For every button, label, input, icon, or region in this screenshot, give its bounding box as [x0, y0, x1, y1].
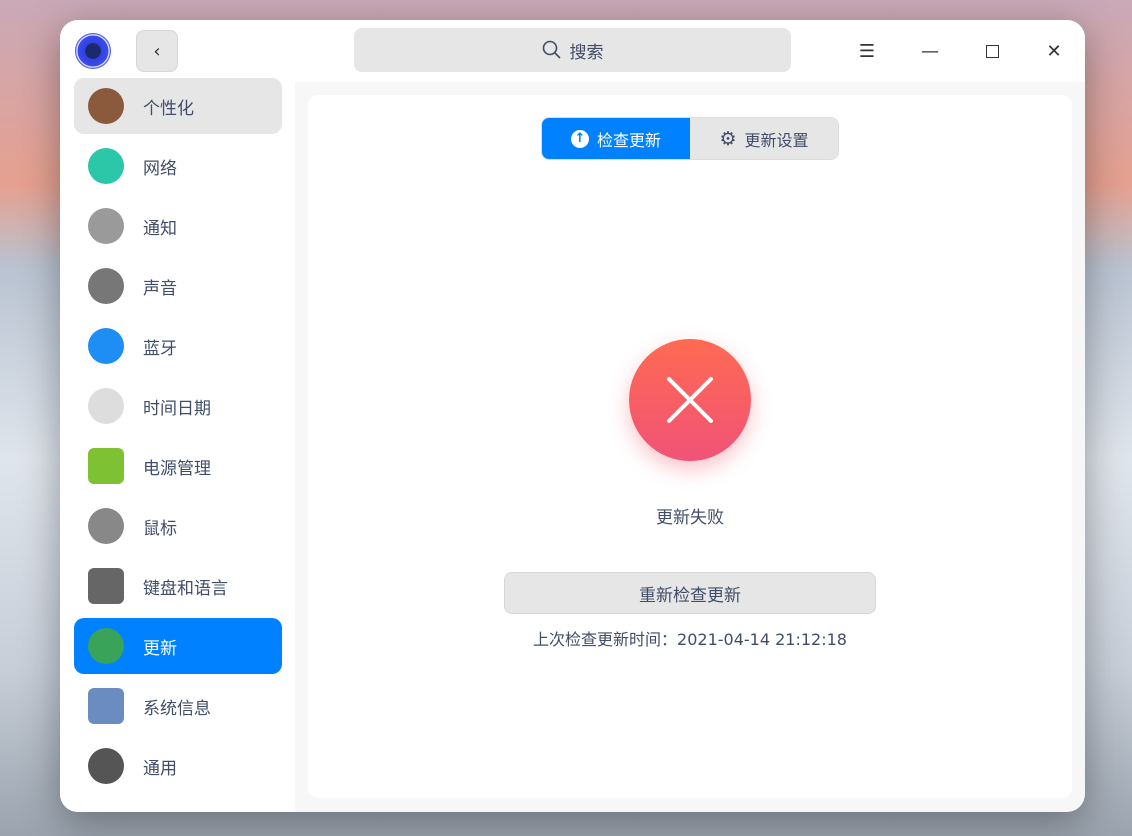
maximize-button[interactable]	[977, 36, 1007, 66]
sidebar-item[interactable]: 个性化	[74, 78, 282, 134]
settings-window: ‹ 搜索 ☰ — ✕ 个性化网络通知声音蓝牙时间日期电源管理鼠标键盘和语言更新系…	[60, 20, 1085, 812]
sidebar-item[interactable]: 更新	[74, 618, 282, 674]
maximize-icon	[985, 44, 999, 58]
close-button[interactable]: ✕	[1039, 36, 1069, 66]
keyboard-icon	[88, 568, 124, 604]
battery-icon	[88, 448, 124, 484]
general-gear-icon	[88, 748, 124, 784]
sidebar-item-label: 通用	[143, 758, 177, 779]
update-icon	[88, 628, 124, 664]
minimize-icon: —	[921, 40, 939, 62]
tab-check-update[interactable]: ↑ 检查更新	[542, 118, 690, 159]
personalization-icon	[88, 88, 124, 124]
status-text: 更新失败	[656, 508, 724, 528]
minimize-button[interactable]: —	[915, 36, 945, 66]
update-tabs: ↑ 检查更新 ⚙ 更新设置	[541, 117, 839, 160]
close-icon: ✕	[1046, 40, 1062, 62]
sidebar-item[interactable]: 通知	[74, 198, 282, 254]
chevron-left-icon: ‹	[153, 40, 161, 62]
menu-icon: ☰	[858, 40, 876, 62]
sidebar-item-label: 更新	[143, 638, 177, 659]
sidebar-item[interactable]: 网络	[74, 138, 282, 194]
search-placeholder: 搜索	[569, 42, 604, 63]
clock-icon	[88, 388, 124, 424]
system-info-icon	[88, 688, 124, 724]
tab-label: 检查更新	[596, 130, 661, 150]
sidebar-item-label: 系统信息	[143, 698, 211, 719]
sidebar-item-label: 蓝牙	[143, 338, 177, 359]
notification-bell-icon	[88, 208, 124, 244]
sidebar-item-label: 通知	[143, 218, 177, 239]
sidebar-item[interactable]: 蓝牙	[74, 318, 282, 374]
arrow-up-circle-icon: ↑	[570, 129, 589, 148]
retry-check-button[interactable]: 重新检查更新	[504, 572, 876, 614]
sound-speaker-icon	[88, 268, 124, 304]
tab-update-settings[interactable]: ⚙ 更新设置	[690, 118, 838, 159]
titlebar: ‹ 搜索 ☰ — ✕	[60, 20, 1085, 82]
gear-icon: ⚙	[719, 127, 737, 150]
search-icon	[542, 40, 561, 59]
mouse-icon	[88, 508, 124, 544]
last-check-time: 上次检查更新时间：2021-04-14 21:12:18	[533, 630, 847, 649]
bluetooth-icon	[88, 328, 124, 364]
sidebar-item-label: 电源管理	[143, 458, 211, 479]
sidebar-item[interactable]: 系统信息	[74, 678, 282, 734]
sidebar-item-label: 鼠标	[143, 518, 177, 539]
tab-label: 更新设置	[744, 130, 809, 150]
sidebar: 个性化网络通知声音蓝牙时间日期电源管理鼠标键盘和语言更新系统信息通用	[60, 78, 295, 812]
sidebar-item-label: 键盘和语言	[143, 578, 228, 599]
search-input[interactable]: 搜索	[354, 28, 791, 72]
error-icon	[629, 339, 751, 461]
sidebar-item-label: 个性化	[143, 98, 194, 119]
sidebar-item[interactable]: 键盘和语言	[74, 558, 282, 614]
sidebar-item-label: 声音	[143, 278, 177, 299]
back-button[interactable]: ‹	[136, 30, 178, 72]
sidebar-item[interactable]: 通用	[74, 738, 282, 794]
sidebar-item[interactable]: 鼠标	[74, 498, 282, 554]
sidebar-item[interactable]: 电源管理	[74, 438, 282, 494]
sidebar-item-label: 时间日期	[143, 398, 211, 419]
sidebar-item-label: 网络	[143, 158, 177, 179]
sidebar-item[interactable]: 声音	[74, 258, 282, 314]
menu-button[interactable]: ☰	[852, 36, 882, 66]
control-center-logo-icon	[75, 33, 111, 69]
update-panel: ↑ 检查更新 ⚙ 更新设置 更新失败 重新检查更新 上次检查更新时间：2021-04…	[308, 95, 1072, 798]
sidebar-item[interactable]: 时间日期	[74, 378, 282, 434]
network-icon	[88, 148, 124, 184]
